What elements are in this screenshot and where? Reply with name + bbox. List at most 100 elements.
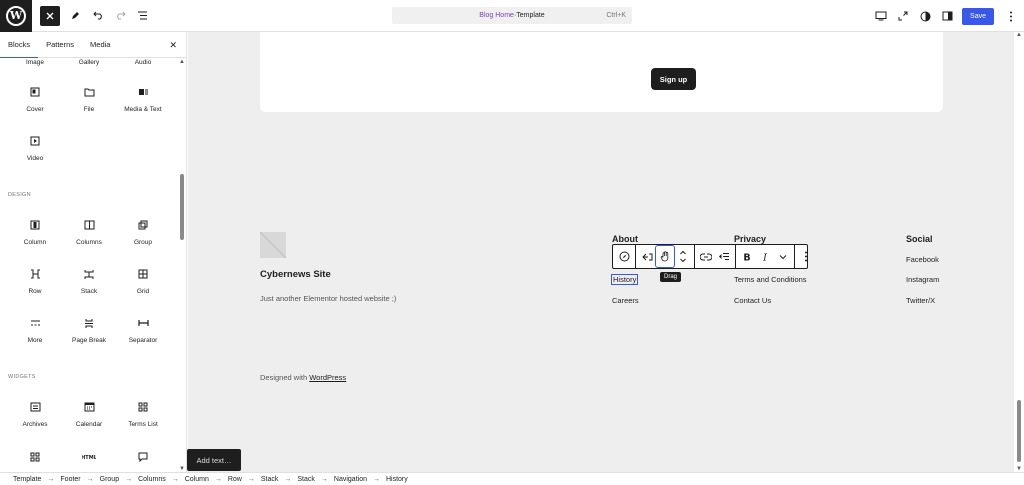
placeholder-icon: [260, 232, 286, 258]
site-tagline[interactable]: Just another Elementor hosted website ;): [260, 294, 396, 303]
grid-icon: [30, 452, 40, 462]
inserter-tabs: Blocks Patterns Media ✕: [0, 32, 186, 58]
page-break-icon: [85, 318, 93, 328]
block-media-text[interactable]: Media & Text: [116, 86, 170, 113]
settings-sidebar-button[interactable]: [936, 5, 958, 27]
privacy-heading[interactable]: Privacy: [734, 234, 766, 244]
block-label: Audio: [134, 59, 152, 66]
block-terms-list[interactable]: Terms List: [116, 401, 170, 428]
block-row[interactable]: Row: [8, 268, 62, 295]
breadcrumb-item[interactable]: Columns: [138, 476, 166, 483]
block-audio[interactable]: Audio: [116, 59, 170, 66]
block-file[interactable]: File: [62, 86, 116, 113]
options-button[interactable]: [1000, 5, 1022, 27]
calendar-icon: [84, 402, 94, 412]
block-page-break[interactable]: Page Break: [62, 317, 116, 344]
block-grid[interactable]: Grid: [116, 268, 170, 295]
breadcrumb-item[interactable]: Template: [13, 476, 41, 483]
tools-button[interactable]: [65, 6, 85, 26]
block-columns[interactable]: Columns: [62, 219, 116, 246]
scrollbar-thumb[interactable]: [180, 174, 184, 240]
block-partial-2[interactable]: HTML: [62, 451, 116, 471]
tab-media[interactable]: Media: [82, 32, 118, 58]
site-logo[interactable]: [260, 232, 286, 258]
block-column[interactable]: Column: [8, 219, 62, 246]
template-type: Template: [516, 12, 545, 19]
toolbar-group-parent: [613, 245, 636, 268]
document-overview-button[interactable]: [132, 6, 152, 26]
breadcrumb-arrow-icon: →: [171, 475, 179, 483]
drag-handle[interactable]: [655, 245, 675, 268]
breadcrumb-item[interactable]: Row: [228, 476, 242, 483]
block-archives[interactable]: Archives: [8, 401, 62, 428]
tab-patterns[interactable]: Patterns: [38, 32, 82, 58]
navigation-link-button[interactable]: [615, 246, 633, 267]
wordpress-logo[interactable]: W: [0, 0, 32, 32]
view-button[interactable]: [870, 5, 892, 27]
nav-link-careers[interactable]: Careers: [612, 296, 639, 305]
redo-button[interactable]: [110, 6, 130, 26]
close-icon[interactable]: ✕: [169, 40, 177, 51]
folder-icon: [84, 88, 94, 96]
block-more[interactable]: More: [8, 317, 62, 344]
breadcrumb-item[interactable]: Stack: [297, 476, 315, 483]
block-partial-1[interactable]: [8, 451, 62, 471]
breadcrumb-item[interactable]: Stack: [261, 476, 279, 483]
italic-icon: I: [762, 252, 767, 262]
italic-button[interactable]: I: [756, 246, 774, 267]
block-stack[interactable]: Stack: [62, 268, 116, 295]
breadcrumb-item[interactable]: Column: [185, 476, 209, 483]
block-label: Cover: [26, 106, 44, 113]
about-heading[interactable]: About: [612, 234, 638, 244]
bold-button[interactable]: B: [738, 246, 756, 267]
block-partial-3[interactable]: [116, 451, 170, 471]
breadcrumb-arrow-icon: →: [125, 475, 133, 483]
save-button[interactable]: Save: [962, 7, 994, 25]
submenu-button[interactable]: [638, 246, 656, 267]
nav-link-history[interactable]: History: [610, 274, 639, 285]
scroll-up-icon[interactable]: ▲: [1016, 32, 1022, 38]
block-label: Media & Text: [124, 106, 162, 113]
block-calendar[interactable]: Calendar: [62, 401, 116, 428]
block-image[interactable]: Image: [8, 59, 62, 66]
signup-button[interactable]: Sign up: [651, 68, 696, 90]
nav-link-terms[interactable]: Terms and Conditions: [734, 275, 807, 284]
undo-button[interactable]: [88, 6, 108, 26]
breadcrumb-item[interactable]: Footer: [60, 476, 80, 483]
nav-link-facebook[interactable]: Facebook: [906, 255, 939, 264]
nav-link-instagram[interactable]: Instagram: [906, 275, 939, 284]
tab-blocks[interactable]: Blocks: [0, 32, 39, 58]
block-label: File: [83, 106, 95, 113]
open-new-tab-button[interactable]: [892, 5, 914, 27]
site-title[interactable]: Cybernews Site: [260, 269, 331, 280]
wordpress-link[interactable]: WordPress: [309, 373, 346, 382]
add-text-button[interactable]: Add text…: [187, 449, 241, 471]
styles-button[interactable]: [914, 5, 936, 27]
breadcrumb-item[interactable]: Navigation: [334, 476, 367, 483]
block-gallery[interactable]: Gallery: [62, 59, 116, 66]
wordpress-icon: W: [6, 5, 26, 26]
scroll-up-icon[interactable]: ▲: [179, 59, 185, 65]
more-formatting-button[interactable]: [774, 246, 792, 267]
social-heading[interactable]: Social: [906, 234, 933, 244]
block-cover[interactable]: Cover: [8, 86, 62, 113]
block-separator[interactable]: Separator: [116, 317, 170, 344]
block-video[interactable]: Video: [8, 135, 62, 162]
block-group[interactable]: Group: [116, 219, 170, 246]
breadcrumb-item[interactable]: Group: [100, 476, 119, 483]
canvas-scrollbar[interactable]: ▲ ▼: [1014, 32, 1024, 472]
inserter-scrollbar[interactable]: ▲ ▼: [178, 59, 186, 472]
add-submenu-button[interactable]: [715, 246, 733, 267]
block-options-button[interactable]: [797, 246, 815, 267]
link-button[interactable]: [697, 246, 715, 267]
column-icon: [30, 220, 40, 230]
sidebar-icon: [942, 11, 953, 21]
breadcrumb-item-current[interactable]: History: [386, 476, 408, 483]
document-title-bar[interactable]: Blog Home · Template Ctrl+K: [392, 7, 632, 24]
close-inserter-button[interactable]: [40, 5, 60, 26]
nav-link-twitter[interactable]: Twitter/X: [906, 296, 935, 305]
scrollbar-thumb[interactable]: [1017, 400, 1021, 462]
move-up-down-buttons[interactable]: [674, 246, 692, 267]
nav-link-contact[interactable]: Contact Us: [734, 296, 771, 305]
submenu-icon: [641, 253, 652, 260]
